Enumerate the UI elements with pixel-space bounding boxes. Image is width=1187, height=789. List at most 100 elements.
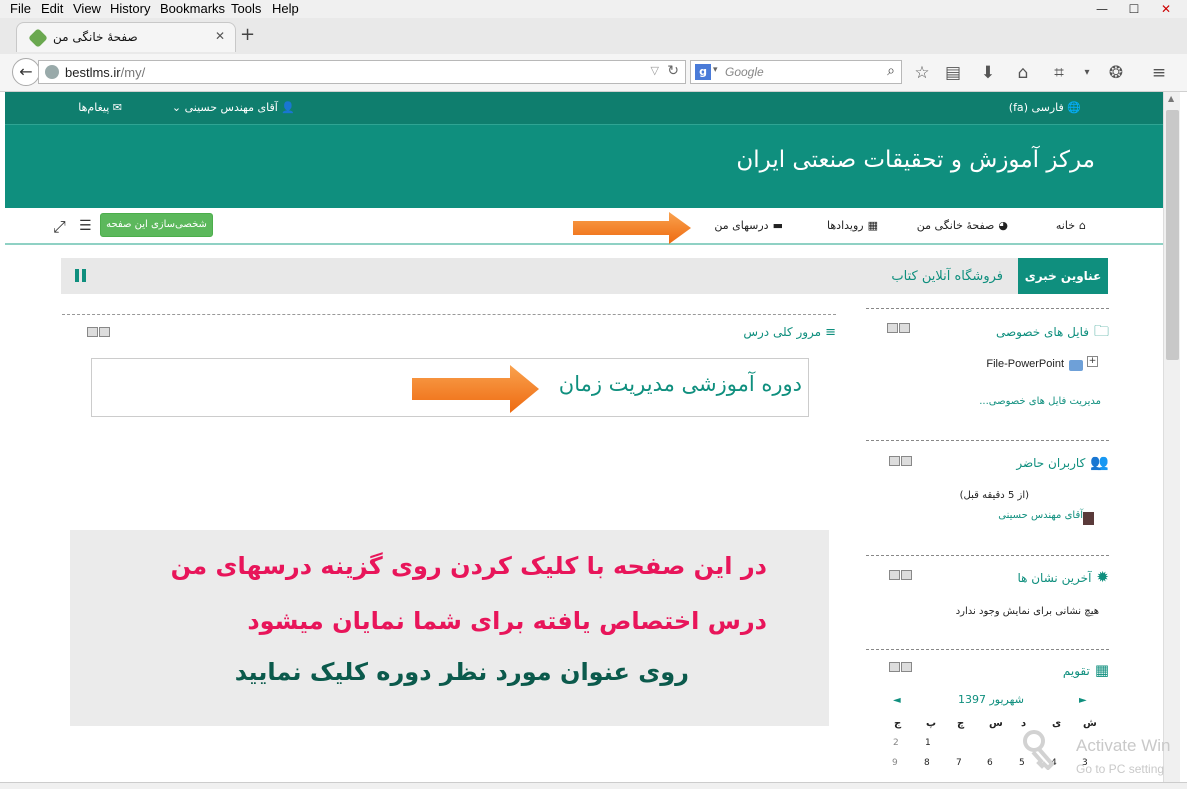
tab-title: صفحهٔ خانگی من	[53, 30, 138, 44]
site-name[interactable]: مرکز آموزش و تحقیقات صنعتی ایران	[736, 147, 1095, 173]
weekday-tue: س	[989, 718, 1003, 729]
envelope-icon: ✉	[109, 101, 122, 114]
user-icon: 👤	[277, 101, 295, 114]
maximize-icon[interactable]: ☐	[1119, 0, 1149, 18]
weekday-wed: چ	[957, 718, 965, 729]
arrow-to-my-courses-icon	[573, 212, 691, 244]
home-icon: ⌂	[1079, 219, 1086, 232]
customize-page-button[interactable]: شخصی‌سازی این صفحه	[100, 213, 213, 237]
download-icon[interactable]: ⬇	[977, 62, 999, 84]
dashboard-icon: ◕	[998, 219, 1008, 232]
home-icon[interactable]: ⌂	[1012, 62, 1034, 84]
nav-my-courses[interactable]: ▬درسهای من	[714, 219, 783, 232]
expand-plus-icon[interactable]: +	[1087, 356, 1098, 367]
nav-home[interactable]: ⌂خانه	[1056, 219, 1086, 232]
private-files-title: 🗀فایل های خصوصی	[995, 322, 1109, 340]
close-tab-icon[interactable]: ✕	[215, 29, 225, 43]
instruction-line-3: روی عنوان مورد نظر دوره کلیک نمایید	[234, 658, 689, 686]
back-arrow-icon[interactable]: ←	[12, 58, 40, 86]
menu-tools[interactable]: Tools	[231, 1, 261, 16]
menu-file[interactable]: File	[10, 1, 31, 16]
block-dock-icon[interactable]	[887, 323, 911, 333]
scrollbar-thumb[interactable]	[1166, 110, 1179, 360]
calendar-prev-icon[interactable]: ◄	[893, 695, 901, 706]
menu-history[interactable]: History	[110, 1, 150, 16]
block-toggle-icon[interactable]: ☰	[79, 218, 92, 234]
course-overview-title: ≡مرور کلی درس	[743, 325, 836, 340]
search-bar[interactable]: g ▾ Google ⌕	[690, 60, 902, 84]
divider	[866, 308, 1109, 309]
instruction-line-1: در این صفحه با کلیک کردن روی گزینه درسها…	[170, 552, 767, 580]
block-dock-icon[interactable]	[889, 456, 913, 466]
top-bar: 🌐 فارسی (fa) 👤 آقای مهندس حسینی ⌄ ✉ پیغا…	[5, 92, 1163, 125]
calendar-day[interactable]: 8	[924, 758, 930, 768]
page-scrollbar[interactable]: ▲	[1163, 92, 1180, 782]
latest-badges-title: ✹آخرین نشان ها	[1017, 568, 1109, 586]
new-tab-icon[interactable]: +	[240, 24, 255, 45]
calendar-day[interactable]: 6	[987, 758, 993, 768]
user-menu[interactable]: 👤 آقای مهندس حسینی ⌄	[172, 101, 295, 114]
badge-icon: ✹	[1096, 568, 1109, 586]
block-dock-icon[interactable]	[889, 662, 913, 672]
site-header: مرکز آموزش و تحقیقات صنعتی ایران	[5, 125, 1163, 208]
tab-book-shop[interactable]: فروشگاه آنلاین کتاب	[891, 269, 1003, 284]
instruction-line-2: درس اختصاص یافته برای شما نمایان میشود	[247, 607, 767, 635]
block-dock-icon[interactable]	[889, 570, 913, 580]
tab-news[interactable]: عناوین خبری	[1018, 258, 1108, 294]
pause-icon[interactable]	[75, 269, 87, 283]
watermark-line-2: Go to PC setting	[1076, 762, 1165, 776]
folder-icon	[1069, 360, 1083, 371]
menu-view[interactable]: View	[73, 1, 101, 16]
expand-icon[interactable]: ⤢	[53, 217, 66, 237]
bookmark-star-icon[interactable]: ☆	[911, 62, 933, 84]
browser-tab[interactable]: صفحهٔ خانگی من ✕	[16, 22, 236, 52]
addon-icon[interactable]: ❂	[1105, 62, 1127, 84]
calendar-day[interactable]: 2	[893, 738, 899, 748]
online-user-link[interactable]: آقای مهندس حسینی	[998, 510, 1083, 521]
nav-events[interactable]: ▦رویدادها	[827, 219, 878, 232]
url-bar[interactable]: bestlms.ir/my/ ▽ ↻	[38, 60, 686, 84]
manage-private-files-link[interactable]: مدیریت فایل های خصوصی...	[979, 396, 1101, 407]
reload-icon[interactable]: ↻	[667, 63, 679, 79]
nav-dashboard[interactable]: ◕صفحهٔ خانگی من	[917, 219, 1008, 232]
navigation-toolbar: ← bestlms.ir/my/ ▽ ↻ g ▾ Google ⌕ ☆ ▤ ⬇ …	[0, 54, 1187, 92]
toolbar-dropdown-icon[interactable]: ▾	[1076, 62, 1098, 84]
course-link[interactable]: دوره آموزشی مدیریت زمان	[559, 372, 802, 396]
divider	[866, 440, 1109, 441]
calendar-month: شهریور 1397	[958, 693, 1024, 706]
calendar-icon: ▦	[1094, 661, 1109, 679]
globe-icon: 🌐	[1063, 101, 1081, 114]
menu-bookmarks[interactable]: Bookmarks	[160, 1, 225, 16]
hamburger-menu-icon[interactable]: ≡	[1148, 62, 1170, 84]
menu-help[interactable]: Help	[272, 1, 299, 16]
reading-list-icon[interactable]: ▤	[942, 62, 964, 84]
search-input[interactable]: Google	[725, 65, 764, 79]
url-dropdown-icon[interactable]: ▽	[651, 64, 659, 77]
search-engine-dropdown-icon[interactable]: ▾	[713, 65, 718, 75]
file-name[interactable]: File-PowerPoint	[986, 358, 1064, 370]
arrow-to-course-icon	[412, 365, 539, 413]
url-text: bestlms.ir/my/	[65, 65, 146, 80]
minimize-icon[interactable]: —	[1087, 0, 1117, 18]
google-icon[interactable]: g	[695, 64, 711, 80]
online-users-title: 👥کاربران حاضر	[1016, 453, 1109, 471]
avatar[interactable]	[1083, 512, 1094, 525]
calendar-next-icon[interactable]: ►	[1079, 695, 1087, 706]
divider	[866, 649, 1109, 650]
close-window-icon[interactable]: ✕	[1151, 0, 1181, 18]
tab-strip: صفحهٔ خانگی من ✕ +	[0, 18, 1187, 54]
no-badges-text: هیچ نشانی برای نمایش وجود ندارد	[955, 606, 1099, 617]
calendar-day[interactable]: 7	[956, 758, 962, 768]
messages-link[interactable]: ✉ پیغام‌ها	[78, 101, 122, 114]
block-dock-icon[interactable]	[87, 327, 111, 337]
calendar-day[interactable]: 9	[892, 758, 898, 768]
language-menu[interactable]: 🌐 فارسی (fa)	[1009, 101, 1081, 114]
briefcase-icon: ▬	[772, 219, 783, 232]
calendar-day[interactable]: 1	[925, 738, 931, 748]
scroll-up-icon[interactable]: ▲	[1168, 94, 1174, 103]
block-tabs: عناوین خبری فروشگاه آنلاین کتاب	[61, 258, 1108, 294]
search-icon[interactable]: ⌕	[887, 63, 895, 79]
crop-icon[interactable]: ⌗	[1048, 62, 1070, 84]
online-users-period: (از 5 دقیقه قبل)	[959, 490, 1029, 501]
menu-edit[interactable]: Edit	[41, 1, 63, 16]
